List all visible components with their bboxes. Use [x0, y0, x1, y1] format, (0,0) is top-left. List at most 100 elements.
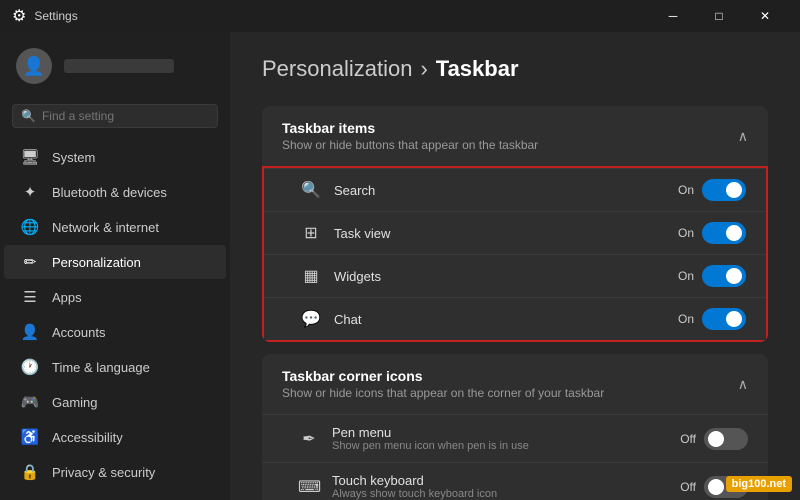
- search-toggle-thumb: [726, 182, 742, 198]
- search-toggle[interactable]: [702, 179, 746, 201]
- taskview-toggle-label: On: [678, 226, 694, 240]
- breadcrumb: Personalization › Taskbar: [262, 56, 768, 82]
- section-header-taskbar-items: Taskbar items Show or hide buttons that …: [262, 106, 768, 166]
- privacy-nav-label: Privacy & security: [52, 465, 155, 480]
- search-row-icon: 🔍: [300, 180, 322, 200]
- taskview-toggle-wrapper: On: [678, 222, 746, 244]
- accounts-nav-label: Accounts: [52, 325, 105, 340]
- breadcrumb-current: Taskbar: [436, 56, 519, 82]
- taskview-row-icon: ⊞: [300, 223, 322, 243]
- search-toggle-wrapper: On: [678, 179, 746, 201]
- section-title-corner: Taskbar corner icons: [282, 368, 604, 384]
- pen-row-sublabel: Show pen menu icon when pen is in use: [332, 440, 529, 452]
- sidebar-item-accounts[interactable]: 👤 Accounts: [4, 315, 226, 349]
- app-title: Settings: [34, 9, 77, 23]
- chat-setting-row: 💬 Chat On: [264, 297, 766, 340]
- personalization-nav-label: Personalization: [52, 255, 141, 270]
- user-icon: 👤: [23, 56, 45, 77]
- maximize-button[interactable]: □: [696, 0, 742, 32]
- search-setting-row: 🔍 Search On: [264, 168, 766, 211]
- privacy-nav-icon: 🔒: [20, 463, 40, 481]
- highlighted-toggles-container: 🔍 Search On ⊞ Task view: [262, 166, 768, 342]
- pen-toggle[interactable]: [704, 428, 748, 450]
- keyboard-toggle-label: Off: [680, 480, 696, 494]
- widgets-toggle-wrapper: On: [678, 265, 746, 287]
- taskview-setting-row: ⊞ Task view On: [264, 211, 766, 254]
- sidebar-item-time[interactable]: 🕐 Time & language: [4, 350, 226, 384]
- taskview-toggle[interactable]: [702, 222, 746, 244]
- chat-toggle-wrapper: On: [678, 308, 746, 330]
- sidebar-item-bluetooth[interactable]: ✦ Bluetooth & devices: [4, 175, 226, 209]
- pen-toggle-wrapper: Off: [680, 428, 748, 450]
- section-title-taskbar-items: Taskbar items: [282, 120, 538, 136]
- sidebar-item-gaming[interactable]: 🎮 Gaming: [4, 385, 226, 419]
- widgets-setting-row: ▦ Widgets On: [264, 254, 766, 297]
- sidebar-item-accessibility[interactable]: ♿ Accessibility: [4, 420, 226, 454]
- system-nav-label: System: [52, 150, 95, 165]
- pen-row-label: Pen menu: [332, 425, 529, 440]
- pen-row-icon: ✒: [298, 429, 320, 449]
- time-nav-icon: 🕐: [20, 358, 40, 376]
- taskbar-corner-section: Taskbar corner icons Show or hide icons …: [262, 354, 768, 500]
- sidebar-item-update[interactable]: ↻ Windows Update: [4, 490, 226, 500]
- gaming-nav-icon: 🎮: [20, 393, 40, 411]
- sidebar-item-system[interactable]: 🖥 System: [4, 140, 226, 174]
- bluetooth-nav-label: Bluetooth & devices: [52, 185, 167, 200]
- sidebar-item-personalization[interactable]: ✏ Personalization: [4, 245, 226, 279]
- section-subtitle-taskbar-items: Show or hide buttons that appear on the …: [282, 138, 538, 152]
- chevron-up-icon: ∧: [738, 128, 748, 145]
- user-section: 👤: [0, 40, 230, 100]
- chat-row-icon: 💬: [300, 309, 322, 329]
- chat-toggle[interactable]: [702, 308, 746, 330]
- titlebar: ⚙ Settings ─ □ ✕: [0, 0, 800, 32]
- avatar: 👤: [16, 48, 52, 84]
- pen-toggle-label: Off: [680, 432, 696, 446]
- search-toggle-label: On: [678, 183, 694, 197]
- widgets-row-icon: ▦: [300, 266, 322, 286]
- keyboard-row-icon: ⌨: [298, 477, 320, 497]
- search-box[interactable]: 🔍: [12, 104, 218, 128]
- keyboard-toggle-thumb: [708, 479, 724, 495]
- close-button[interactable]: ✕: [742, 0, 788, 32]
- sidebar-item-network[interactable]: 🌐 Network & internet: [4, 210, 226, 244]
- sidebar-item-privacy[interactable]: 🔒 Privacy & security: [4, 455, 226, 489]
- network-nav-label: Network & internet: [52, 220, 159, 235]
- window-controls: ─ □ ✕: [650, 0, 788, 32]
- chat-toggle-label: On: [678, 312, 694, 326]
- user-name-placeholder: [64, 59, 174, 73]
- chevron-up-icon-corner: ∧: [738, 376, 748, 393]
- keyboard-row-label: Touch keyboard: [332, 473, 497, 488]
- system-nav-icon: 🖥: [20, 148, 40, 166]
- keyboard-row-sublabel: Always show touch keyboard icon: [332, 488, 497, 500]
- apps-nav-icon: ☰: [20, 288, 40, 306]
- touch-keyboard-row: ⌨ Touch keyboard Always show touch keybo…: [262, 462, 768, 500]
- section-subtitle-corner: Show or hide icons that appear on the co…: [282, 386, 604, 400]
- pen-menu-row: ✒ Pen menu Show pen menu icon when pen i…: [262, 414, 768, 462]
- sidebar: 👤 🔍 🖥 System ✦ Bluetooth & devices 🌐 Net…: [0, 32, 230, 500]
- breadcrumb-separator: ›: [420, 56, 427, 82]
- chat-row-label: Chat: [334, 312, 361, 327]
- taskview-toggle-thumb: [726, 225, 742, 241]
- pen-toggle-thumb: [708, 431, 724, 447]
- widgets-row-label: Widgets: [334, 269, 381, 284]
- search-row-label: Search: [334, 183, 375, 198]
- breadcrumb-parent: Personalization: [262, 56, 412, 82]
- accounts-nav-icon: 👤: [20, 323, 40, 341]
- sidebar-item-apps[interactable]: ☰ Apps: [4, 280, 226, 314]
- minimize-button[interactable]: ─: [650, 0, 696, 32]
- bluetooth-nav-icon: ✦: [20, 183, 40, 201]
- main-content: Personalization › Taskbar Taskbar items …: [230, 32, 800, 500]
- personalization-nav-icon: ✏: [20, 253, 40, 271]
- chat-toggle-thumb: [726, 311, 742, 327]
- settings-icon: ⚙: [12, 6, 26, 26]
- search-input[interactable]: [42, 109, 209, 123]
- taskview-row-label: Task view: [334, 226, 390, 241]
- widgets-toggle-thumb: [726, 268, 742, 284]
- widgets-toggle[interactable]: [702, 265, 746, 287]
- network-nav-icon: 🌐: [20, 218, 40, 236]
- nav-list: 🖥 System ✦ Bluetooth & devices 🌐 Network…: [0, 140, 230, 500]
- watermark: big100.net: [726, 476, 792, 492]
- taskbar-items-section: Taskbar items Show or hide buttons that …: [262, 106, 768, 342]
- search-icon: 🔍: [21, 109, 36, 123]
- accessibility-nav-icon: ♿: [20, 428, 40, 446]
